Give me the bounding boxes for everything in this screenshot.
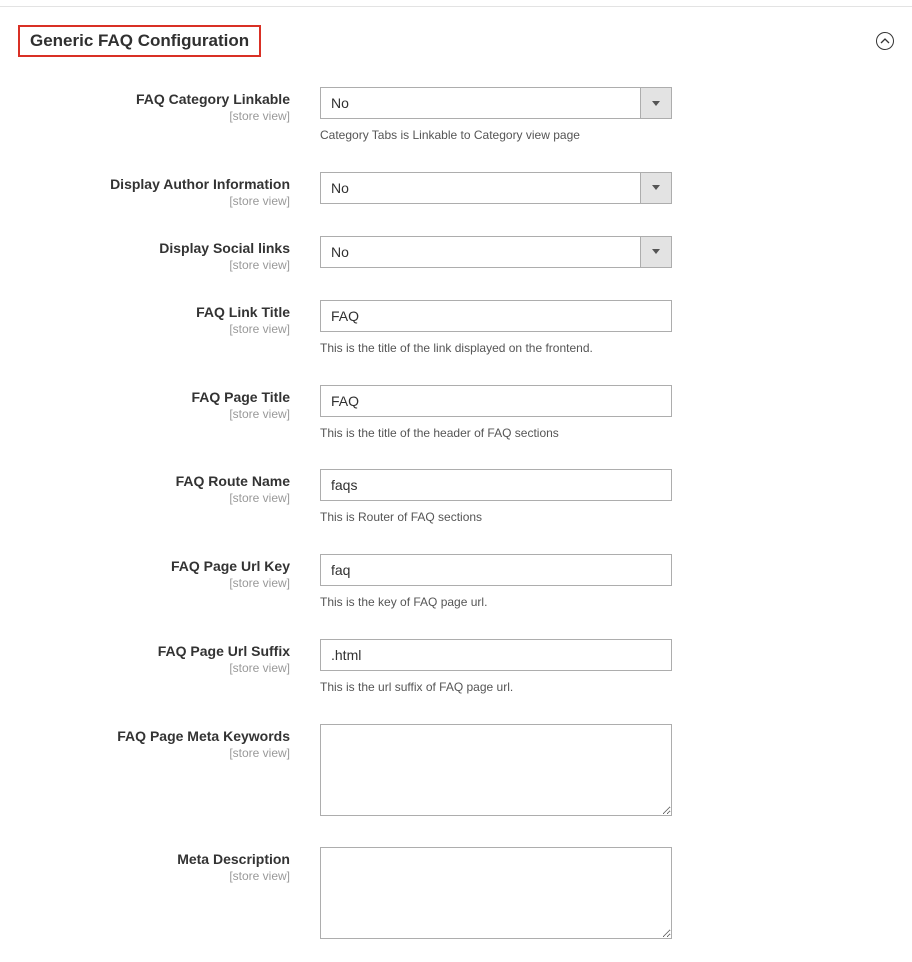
input-column: This is the key of FAQ page url. [320, 554, 675, 611]
input-column [320, 847, 675, 942]
scope-label: [store view] [18, 109, 290, 123]
field-note: This is the url suffix of FAQ page url. [320, 679, 675, 696]
label-column: Meta Description [store view] [18, 847, 320, 883]
input-column [320, 724, 675, 819]
meta-description-textarea[interactable] [320, 847, 672, 939]
scope-label: [store view] [18, 258, 290, 272]
label-column: Display Author Information [store view] [18, 172, 320, 208]
input-column: This is the url suffix of FAQ page url. [320, 639, 675, 696]
input-column: This is the title of the link displayed … [320, 300, 675, 357]
field-note: This is the title of the header of FAQ s… [320, 425, 675, 442]
input-column: This is Router of FAQ sections [320, 469, 675, 526]
select-wrapper [320, 87, 672, 119]
scope-label: [store view] [18, 322, 290, 336]
field-meta-description: Meta Description [store view] [18, 847, 894, 942]
scope-label: [store view] [18, 407, 290, 421]
field-label: FAQ Category Linkable [136, 91, 290, 107]
field-label: FAQ Page Url Suffix [158, 643, 290, 659]
label-column: FAQ Category Linkable [store view] [18, 87, 320, 123]
url-key-input[interactable] [320, 554, 672, 586]
config-fieldset: FAQ Category Linkable [store view] Categ… [0, 87, 912, 962]
category-linkable-select[interactable] [320, 87, 672, 119]
field-meta-keywords: FAQ Page Meta Keywords [store view] [18, 724, 894, 819]
field-label: Display Author Information [110, 176, 290, 192]
field-note: This is Router of FAQ sections [320, 509, 675, 526]
field-note: Category Tabs is Linkable to Category vi… [320, 127, 675, 144]
section-title: Generic FAQ Configuration [18, 25, 261, 57]
input-column: Category Tabs is Linkable to Category vi… [320, 87, 675, 144]
display-social-select[interactable] [320, 236, 672, 268]
scope-label: [store view] [18, 576, 290, 590]
field-note: This is the title of the link displayed … [320, 340, 675, 357]
field-label: FAQ Page Title [191, 389, 290, 405]
url-suffix-input[interactable] [320, 639, 672, 671]
field-display-author: Display Author Information [store view] [18, 172, 894, 208]
scope-label: [store view] [18, 194, 290, 208]
field-label: FAQ Route Name [176, 473, 290, 489]
label-column: FAQ Page Url Suffix [store view] [18, 639, 320, 675]
section-header: Generic FAQ Configuration [0, 7, 912, 71]
input-column [320, 236, 675, 268]
field-label: FAQ Link Title [196, 304, 290, 320]
select-wrapper [320, 236, 672, 268]
field-label: Display Social links [159, 240, 290, 256]
field-route-name: FAQ Route Name [store view] This is Rout… [18, 469, 894, 526]
label-column: FAQ Route Name [store view] [18, 469, 320, 505]
field-display-social: Display Social links [store view] [18, 236, 894, 272]
label-column: FAQ Page Title [store view] [18, 385, 320, 421]
label-column: FAQ Page Url Key [store view] [18, 554, 320, 590]
label-column: FAQ Page Meta Keywords [store view] [18, 724, 320, 760]
scope-label: [store view] [18, 746, 290, 760]
scope-label: [store view] [18, 661, 290, 675]
field-label: Meta Description [177, 851, 290, 867]
input-column: This is the title of the header of FAQ s… [320, 385, 675, 442]
field-link-title: FAQ Link Title [store view] This is the … [18, 300, 894, 357]
route-name-input[interactable] [320, 469, 672, 501]
link-title-input[interactable] [320, 300, 672, 332]
field-page-title: FAQ Page Title [store view] This is the … [18, 385, 894, 442]
collapse-icon[interactable] [876, 32, 894, 50]
meta-keywords-textarea[interactable] [320, 724, 672, 816]
scope-label: [store view] [18, 491, 290, 505]
field-note: This is the key of FAQ page url. [320, 594, 675, 611]
label-column: FAQ Link Title [store view] [18, 300, 320, 336]
field-url-key: FAQ Page Url Key [store view] This is th… [18, 554, 894, 611]
field-label: FAQ Page Url Key [171, 558, 290, 574]
select-wrapper [320, 172, 672, 204]
field-label: FAQ Page Meta Keywords [117, 728, 290, 744]
display-author-select[interactable] [320, 172, 672, 204]
field-category-linkable: FAQ Category Linkable [store view] Categ… [18, 87, 894, 144]
chevron-up-icon [880, 38, 890, 44]
scope-label: [store view] [18, 869, 290, 883]
field-url-suffix: FAQ Page Url Suffix [store view] This is… [18, 639, 894, 696]
page-title-input[interactable] [320, 385, 672, 417]
input-column [320, 172, 675, 204]
label-column: Display Social links [store view] [18, 236, 320, 272]
